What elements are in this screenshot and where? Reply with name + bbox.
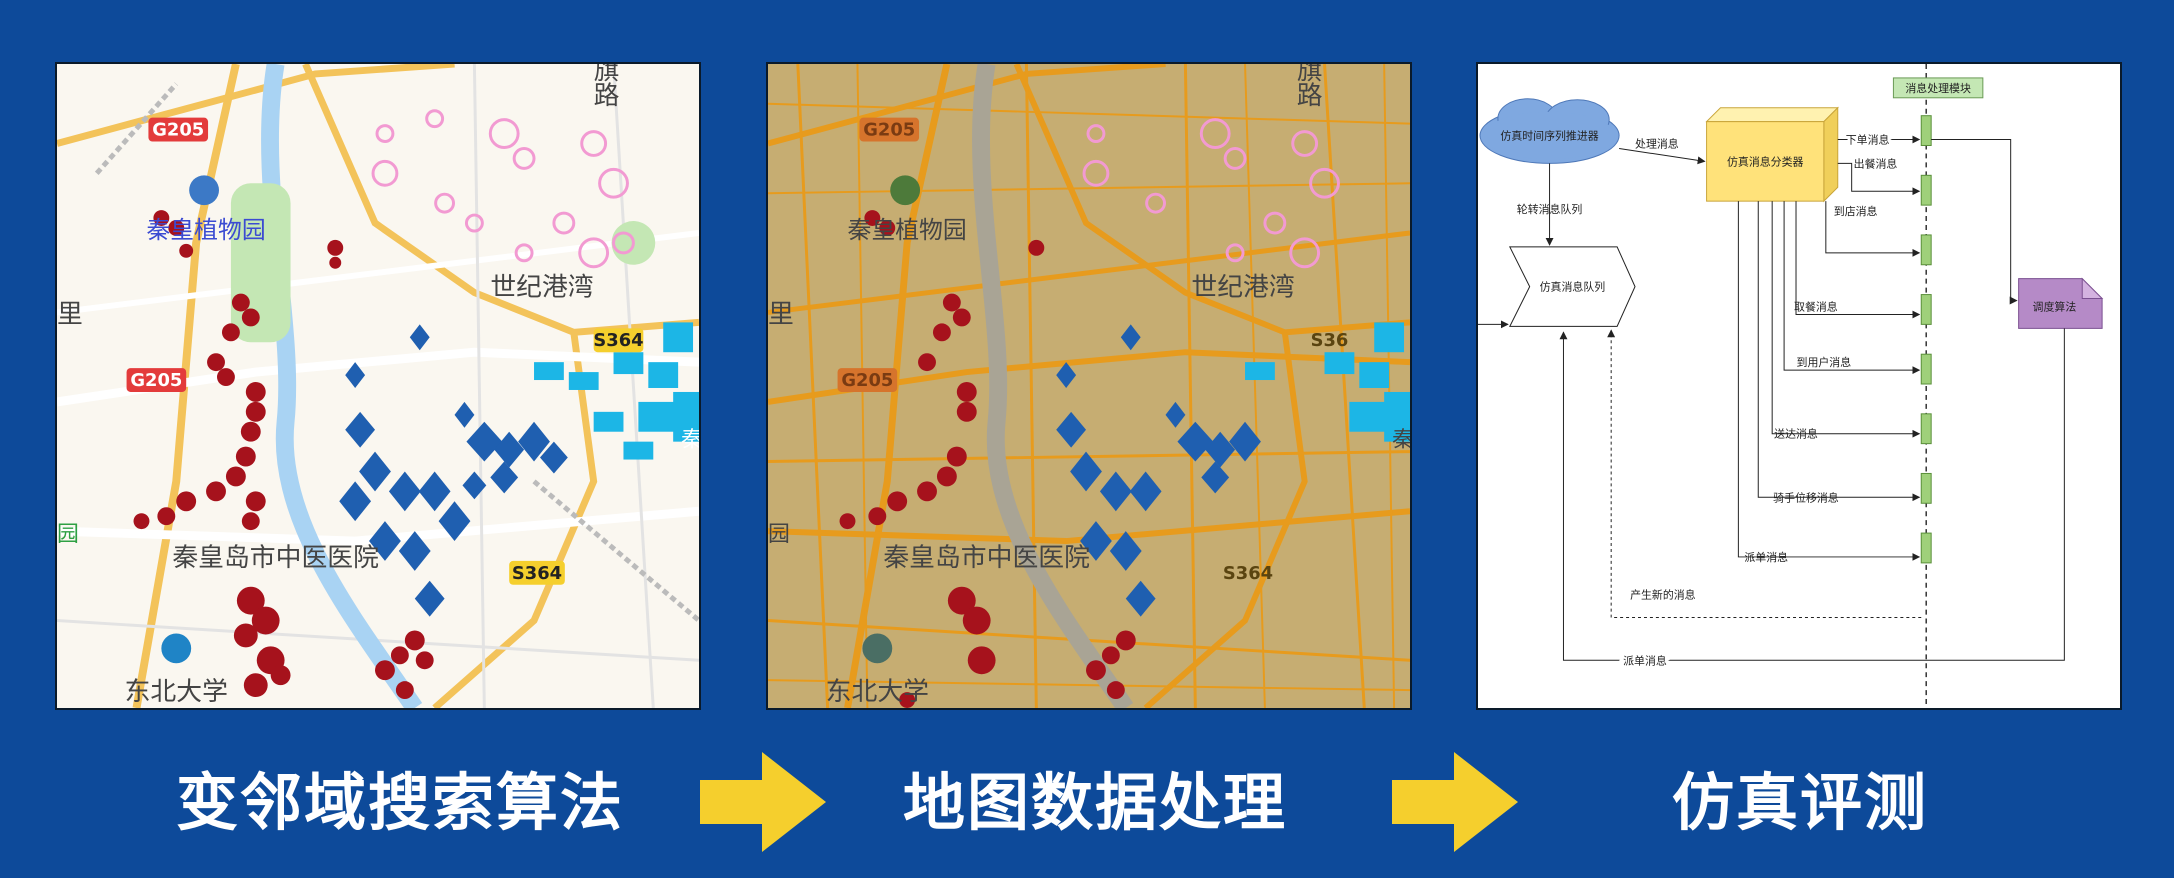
rider-move-msg-label: 骑手位移消息 bbox=[1773, 490, 1839, 504]
dispatch-algo-box: 调度算法 bbox=[2018, 277, 2104, 329]
svg-text:东北大学: 东北大学 bbox=[125, 677, 228, 707]
classifier-box: 仿真消息分类器 bbox=[1705, 106, 1839, 203]
simulation-flow-panel: 消息处理模块 仿真时间序列推进器 仿真消息分类器 处理消息 仿真消息队列 轮转消… bbox=[1476, 62, 2122, 710]
assign-msg-bottom-label: 派单消息 bbox=[1623, 653, 1667, 667]
map-data-canvas: G205 G205 S36 S364 秦皇植物园 世纪港湾 秦皇岛市中医医院 东… bbox=[768, 64, 1410, 708]
svg-text:S36: S36 bbox=[1311, 330, 1349, 351]
svg-text:园: 园 bbox=[57, 522, 79, 547]
svg-text:秦皇植物园: 秦皇植物园 bbox=[146, 216, 265, 244]
meal-out-msg-label: 出餐消息 bbox=[1854, 156, 1898, 170]
svg-text:调度算法: 调度算法 bbox=[2033, 299, 2077, 313]
process-msg-label: 处理消息 bbox=[1635, 136, 1679, 150]
svg-text:东北大学: 东北大学 bbox=[826, 677, 929, 707]
simulation-flowchart: 消息处理模块 仿真时间序列推进器 仿真消息分类器 处理消息 仿真消息队列 轮转消… bbox=[1478, 64, 2104, 708]
new-msg-label: 产生新的消息 bbox=[1630, 588, 1696, 602]
svg-text:S364: S364 bbox=[593, 330, 643, 351]
svg-text:G205: G205 bbox=[130, 370, 182, 391]
svg-text:里: 里 bbox=[768, 299, 794, 329]
svg-text:G205: G205 bbox=[863, 120, 915, 141]
map-panel: G205 G205 S364 S364 秦皇植物园 世纪港湾 秦皇岛市中医医院 … bbox=[55, 62, 701, 710]
caption-step-1: 变邻域搜索算法 bbox=[175, 766, 624, 839]
svg-text:秦皇植物园: 秦皇植物园 bbox=[848, 216, 967, 244]
svg-text:路: 路 bbox=[594, 81, 620, 111]
module-label: 消息处理模块 bbox=[1905, 81, 1971, 95]
svg-text:路: 路 bbox=[1297, 81, 1323, 111]
arrive-user-msg-label: 到用户消息 bbox=[1797, 355, 1852, 369]
queue-shape: 仿真消息队列 bbox=[1508, 246, 1636, 327]
svg-text:秦皇岛市中医医院: 秦皇岛市中医医院 bbox=[883, 543, 1090, 573]
svg-text:G205: G205 bbox=[841, 370, 893, 391]
map-canvas: G205 G205 S364 S364 秦皇植物园 世纪港湾 秦皇岛市中医医院 … bbox=[57, 64, 699, 708]
arrow-right-icon bbox=[1392, 752, 1518, 852]
assign-msg-label: 派单消息 bbox=[1744, 550, 1788, 564]
svg-text:S364: S364 bbox=[512, 563, 562, 584]
river bbox=[972, 64, 1134, 708]
river bbox=[261, 64, 423, 708]
svg-text:秦: 秦 bbox=[681, 428, 699, 453]
module-cells bbox=[1920, 115, 1932, 564]
pusher-cloud: 仿真时间序列推进器 bbox=[1479, 98, 1620, 164]
svg-text:里: 里 bbox=[57, 299, 83, 329]
svg-text:仿真消息分类器: 仿真消息分类器 bbox=[1727, 154, 1804, 168]
park-area bbox=[230, 183, 291, 343]
caption-step-2: 地图数据处理 bbox=[902, 766, 1287, 839]
rotate-queue-label: 轮转消息队列 bbox=[1517, 202, 1583, 216]
arrive-store-msg-label: 到店消息 bbox=[1834, 204, 1878, 218]
svg-text:世纪港湾: 世纪港湾 bbox=[1191, 273, 1294, 303]
svg-text:仿真时间序列推进器: 仿真时间序列推进器 bbox=[1500, 129, 1598, 143]
map-data-panel: G205 G205 S36 S364 秦皇植物园 世纪港湾 秦皇岛市中医医院 东… bbox=[766, 62, 1412, 710]
svg-text:S364: S364 bbox=[1223, 563, 1273, 584]
svg-text:园: 园 bbox=[768, 522, 790, 547]
delivered-msg-label: 送达消息 bbox=[1774, 427, 1818, 441]
pickup-msg-label: 取餐消息 bbox=[1794, 299, 1838, 313]
svg-text:G205: G205 bbox=[152, 120, 204, 141]
svg-text:世纪港湾: 世纪港湾 bbox=[490, 273, 593, 303]
svg-text:秦: 秦 bbox=[1392, 428, 1410, 453]
svg-text:秦皇岛市中医医院: 秦皇岛市中医医院 bbox=[172, 543, 379, 573]
arrow-right-icon bbox=[700, 752, 826, 852]
order-msg-label: 下单消息 bbox=[1846, 133, 1890, 147]
caption-step-3: 仿真评测 bbox=[1671, 766, 1928, 839]
svg-text:仿真消息队列: 仿真消息队列 bbox=[1540, 280, 1606, 294]
